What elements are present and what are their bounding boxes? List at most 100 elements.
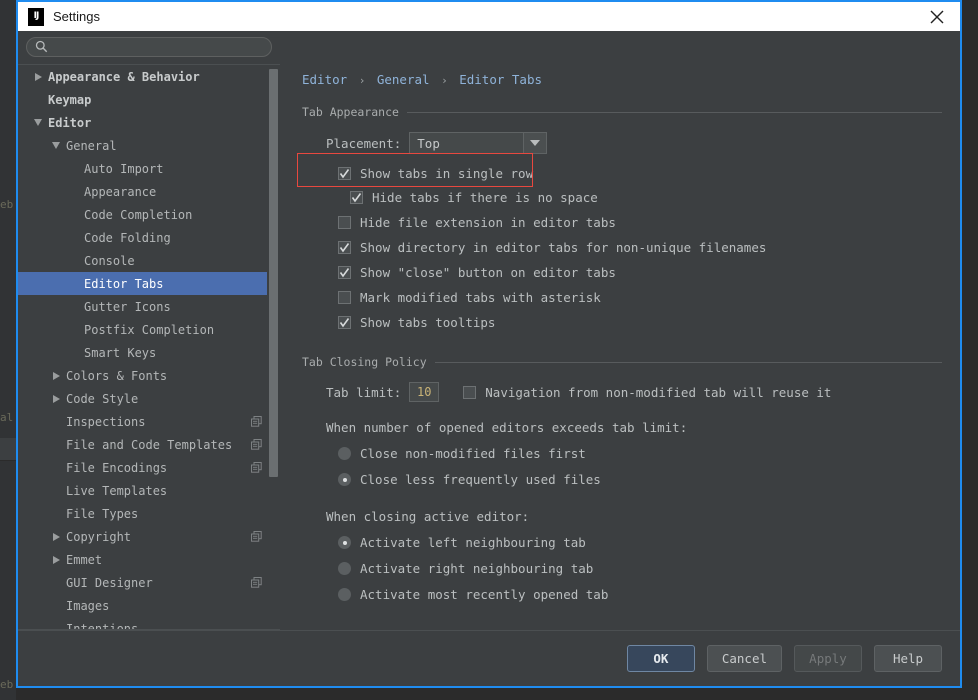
- checkbox-navigation-reuse[interactable]: [463, 386, 476, 399]
- sidebar-item-colors-fonts[interactable]: Colors & Fonts: [18, 364, 280, 387]
- expand-toggle[interactable]: [46, 533, 66, 541]
- checkbox-label: Hide file extension in editor tabs: [360, 215, 616, 230]
- checkbox-mark-modified-asterisk[interactable]: [338, 291, 351, 304]
- copy-icon[interactable]: [251, 416, 262, 427]
- radio-label: Close non-modified files first: [360, 446, 586, 461]
- checkbox-label: Navigation from non-modified tab will re…: [485, 385, 831, 400]
- sidebar-item-label: Console: [84, 254, 135, 268]
- sidebar-item-keymap[interactable]: Keymap: [18, 88, 280, 111]
- breadcrumb-item-0[interactable]: Editor: [302, 72, 347, 87]
- check-icon: [339, 267, 350, 278]
- checkbox-row-mark-modified[interactable]: Mark modified tabs with asterisk: [302, 290, 942, 305]
- sidebar-item-gutter-icons[interactable]: Gutter Icons: [18, 295, 280, 318]
- sidebar-item-label: Auto Import: [84, 162, 163, 176]
- sidebar-item-label: Live Templates: [66, 484, 167, 498]
- breadcrumb-item-1[interactable]: General: [377, 72, 430, 87]
- sidebar-item-label: Code Folding: [84, 231, 171, 245]
- checkbox-hide-file-extension[interactable]: [338, 216, 351, 229]
- sidebar-item-label: File Encodings: [66, 461, 167, 475]
- radio-row-activate-right[interactable]: Activate right neighbouring tab: [302, 561, 942, 576]
- tab-limit-input[interactable]: 10: [409, 382, 439, 402]
- ok-button[interactable]: OK: [627, 645, 695, 672]
- sidebar-item-file-encodings[interactable]: File Encodings: [18, 456, 280, 479]
- sidebar-item-editor-tabs[interactable]: Editor Tabs: [18, 272, 280, 295]
- search-box[interactable]: [26, 37, 272, 57]
- radio-activate-most-recent-tab[interactable]: [338, 588, 351, 601]
- checkbox-row-hide-file-extension[interactable]: Hide file extension in editor tabs: [302, 215, 942, 230]
- sidebar-item-label: Intentions: [66, 622, 138, 631]
- search-input[interactable]: [48, 39, 271, 54]
- apply-button[interactable]: Apply: [794, 645, 862, 672]
- background-tab-row: [0, 438, 16, 461]
- checkbox-row-show-tooltips[interactable]: Show tabs tooltips: [302, 315, 942, 330]
- radio-activate-right-tab[interactable]: [338, 562, 351, 575]
- checkbox-hide-tabs-no-space[interactable]: [350, 191, 363, 204]
- sidebar-item-images[interactable]: Images: [18, 594, 280, 617]
- tree-scrollbar-thumb[interactable]: [269, 69, 278, 477]
- sidebar-item-file-types[interactable]: File Types: [18, 502, 280, 525]
- chevron-right-icon: [53, 395, 60, 403]
- radio-dot-icon: [343, 541, 347, 545]
- sidebar-item-intentions[interactable]: Intentions: [18, 617, 280, 630]
- close-button[interactable]: [914, 2, 960, 31]
- radio-row-close-non-modified[interactable]: Close non-modified files first: [302, 446, 942, 461]
- sidebar-item-gui-designer[interactable]: GUI Designer: [18, 571, 280, 594]
- copy-icon[interactable]: [251, 531, 262, 542]
- radio-close-non-modified-first[interactable]: [338, 447, 351, 460]
- expand-toggle[interactable]: [46, 395, 66, 403]
- breadcrumb-item-2[interactable]: Editor Tabs: [459, 72, 542, 87]
- sidebar-item-appearance[interactable]: Appearance: [18, 180, 280, 203]
- expand-toggle[interactable]: [46, 142, 66, 149]
- sidebar-item-file-and-code-templates[interactable]: File and Code Templates: [18, 433, 280, 456]
- checkbox-show-tabs-tooltips[interactable]: [338, 316, 351, 329]
- checkbox-show-close-button[interactable]: [338, 266, 351, 279]
- sidebar-item-label: Keymap: [48, 93, 91, 107]
- sidebar-item-code-completion[interactable]: Code Completion: [18, 203, 280, 226]
- radio-row-activate-recent[interactable]: Activate most recently opened tab: [302, 587, 942, 602]
- dialog-body: Appearance & BehaviorKeymapEditorGeneral…: [18, 31, 960, 686]
- copy-icon[interactable]: [251, 439, 262, 450]
- expand-toggle[interactable]: [28, 73, 48, 81]
- radio-row-activate-left[interactable]: Activate left neighbouring tab: [302, 535, 942, 550]
- expand-toggle[interactable]: [46, 372, 66, 380]
- copy-icon[interactable]: [251, 577, 262, 588]
- checkbox-label: Hide tabs if there is no space: [372, 190, 598, 205]
- check-icon: [351, 192, 362, 203]
- placement-dropdown[interactable]: Top: [409, 132, 547, 154]
- sidebar-item-appearance-behavior[interactable]: Appearance & Behavior: [18, 65, 280, 88]
- expand-toggle[interactable]: [28, 119, 48, 126]
- sidebar-item-emmet[interactable]: Emmet: [18, 548, 280, 571]
- exceeds-limit-label-row: When number of opened editors exceeds ta…: [302, 420, 942, 435]
- cancel-button[interactable]: Cancel: [707, 645, 782, 672]
- sidebar-item-general[interactable]: General: [18, 134, 280, 157]
- placement-dropdown-button[interactable]: [523, 133, 546, 153]
- sidebar-item-label: Gutter Icons: [84, 300, 171, 314]
- sidebar-item-code-style[interactable]: Code Style: [18, 387, 280, 410]
- checkbox-show-directory[interactable]: [338, 241, 351, 254]
- help-button[interactable]: Help: [874, 645, 942, 672]
- sidebar-item-inspections[interactable]: Inspections: [18, 410, 280, 433]
- checkbox-row-show-single-row[interactable]: Show tabs in single row: [302, 166, 942, 181]
- radio-row-close-less-frequent[interactable]: Close less frequently used files: [302, 472, 942, 487]
- sidebar-item-code-folding[interactable]: Code Folding: [18, 226, 280, 249]
- checkbox-row-show-close-button[interactable]: Show "close" button on editor tabs: [302, 265, 942, 280]
- sidebar-item-live-templates[interactable]: Live Templates: [18, 479, 280, 502]
- sidebar-item-copyright[interactable]: Copyright: [18, 525, 280, 548]
- radio-activate-left-tab[interactable]: [338, 536, 351, 549]
- sidebar-item-editor[interactable]: Editor: [18, 111, 280, 134]
- sidebar-item-smart-keys[interactable]: Smart Keys: [18, 341, 280, 364]
- expand-toggle[interactable]: [46, 556, 66, 564]
- section-header-tab-appearance: Tab Appearance: [302, 105, 942, 119]
- chevron-down-icon: [530, 140, 540, 146]
- radio-close-less-frequently-used[interactable]: [338, 473, 351, 486]
- sidebar-item-auto-import[interactable]: Auto Import: [18, 157, 280, 180]
- copy-icon[interactable]: [251, 462, 262, 473]
- sidebar-item-console[interactable]: Console: [18, 249, 280, 272]
- checkbox-row-hide-no-space[interactable]: Hide tabs if there is no space: [302, 190, 942, 205]
- settings-tree[interactable]: Appearance & Behavior Keymap EditorGeneral…: [18, 64, 280, 630]
- checkbox-row-show-directory[interactable]: Show directory in editor tabs for non-un…: [302, 240, 942, 255]
- check-icon: [339, 168, 350, 179]
- sidebar-item-postfix-completion[interactable]: Postfix Completion: [18, 318, 280, 341]
- section-header-tab-closing-policy: Tab Closing Policy: [302, 355, 942, 369]
- checkbox-show-tabs-single-row[interactable]: [338, 167, 351, 180]
